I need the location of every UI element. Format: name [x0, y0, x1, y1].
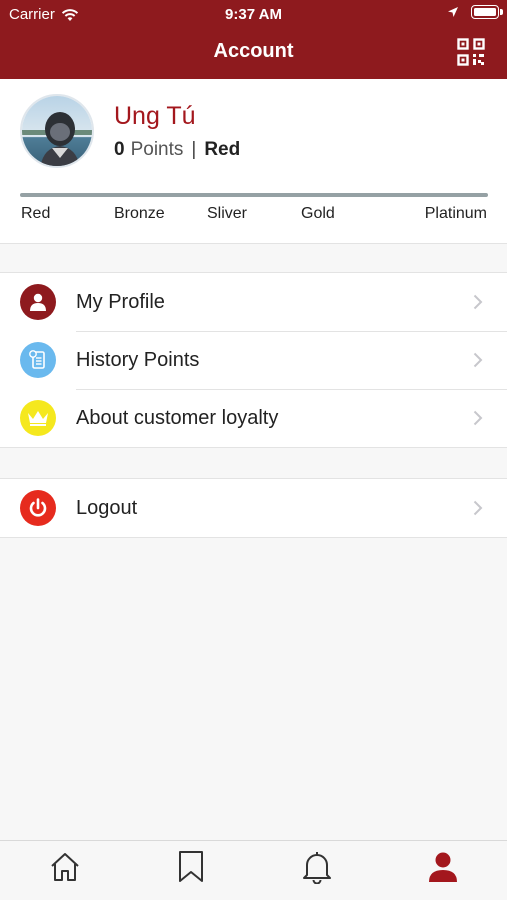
chevron-right-icon — [473, 500, 483, 516]
location-arrow-icon — [448, 7, 458, 17]
points-summary: 0 Points | Red — [114, 139, 240, 161]
crown-icon — [20, 400, 56, 436]
top-bar: Carrier 9:37 AM Account — [0, 0, 507, 79]
account-icon — [429, 852, 457, 882]
tier-progress-bar — [20, 193, 488, 197]
menu-item-label: My Profile — [76, 290, 165, 313]
menu-item-about-loyalty[interactable]: About customer loyalty — [0, 389, 507, 447]
tab-bookmarks[interactable] — [171, 847, 211, 887]
points-separator: | — [191, 139, 197, 160]
tier-label-platinum: Platinum — [424, 205, 487, 222]
user-icon — [20, 284, 56, 320]
tab-home[interactable] — [45, 847, 85, 887]
tab-account[interactable] — [423, 847, 463, 887]
menu-group-session: Logout — [0, 478, 507, 538]
history-icon — [20, 342, 56, 378]
user-name: Ung Tú — [114, 102, 196, 130]
profile-card: Ung Tú 0 Points | Red Red Bronze Sliver Gol… — [0, 79, 507, 244]
tier-label-silver: Sliver — [207, 205, 248, 222]
current-tier: Red — [204, 139, 241, 160]
tier-labels: Red Bronze Sliver Gold Platinum — [0, 205, 507, 227]
battery-icon — [471, 5, 503, 19]
home-icon — [51, 853, 79, 881]
avatar-photo — [22, 96, 92, 166]
chevron-right-icon — [473, 352, 483, 368]
chevron-right-icon — [473, 294, 483, 310]
qr-code-icon[interactable] — [457, 38, 485, 66]
points-value: 0 — [114, 139, 125, 160]
status-bar: Carrier 9:37 AM — [0, 0, 507, 28]
avatar[interactable] — [20, 94, 94, 168]
bell-icon — [303, 852, 331, 884]
tier-label-red: Red — [21, 205, 51, 222]
clock: 9:37 AM — [225, 6, 282, 23]
points-label: Points — [130, 139, 184, 160]
menu-item-logout[interactable]: Logout — [0, 479, 507, 537]
tab-notifications[interactable] — [297, 847, 337, 887]
page-title: Account — [213, 40, 294, 62]
menu-item-label: History Points — [76, 348, 200, 371]
menu-group-main: My Profile History Points About customer… — [0, 272, 507, 448]
power-icon — [20, 490, 56, 526]
tier-label-gold: Gold — [301, 205, 335, 222]
bookmark-icon — [179, 851, 203, 882]
tab-bar — [0, 840, 507, 900]
menu-item-label: About customer loyalty — [76, 406, 279, 429]
menu-item-label: Logout — [76, 496, 138, 519]
menu-item-my-profile[interactable]: My Profile — [0, 273, 507, 331]
chevron-right-icon — [473, 410, 483, 426]
menu-item-history-points[interactable]: History Points — [0, 331, 507, 389]
status-right — [447, 5, 503, 19]
tier-label-bronze: Bronze — [114, 205, 165, 222]
